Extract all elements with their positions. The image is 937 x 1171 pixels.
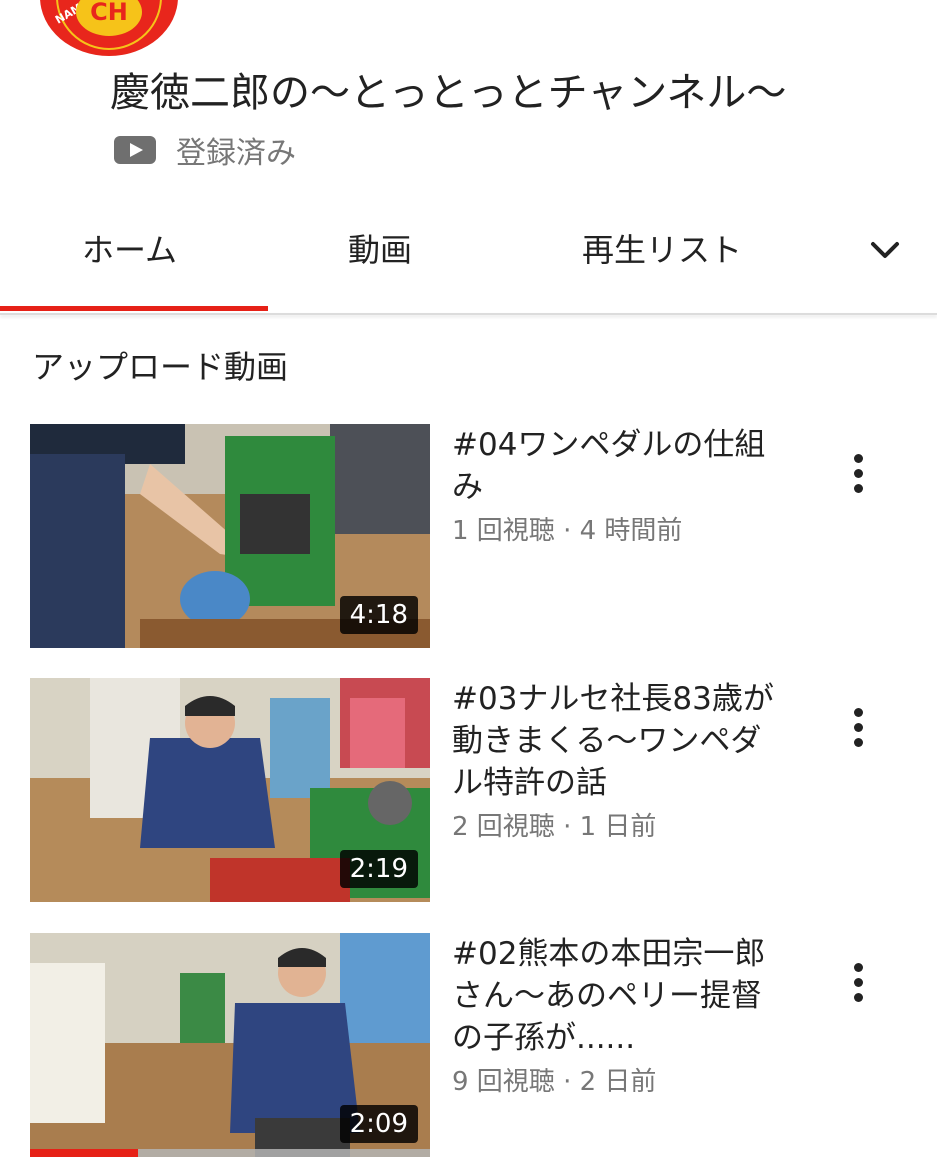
watch-progress-track bbox=[138, 1149, 430, 1157]
tab-playlists[interactable]: 再生リスト bbox=[582, 225, 742, 271]
video-title[interactable]: #02熊本の本田宗一郎さん〜あのペリー提督の子孫が...... bbox=[452, 933, 792, 1059]
video-duration: 2:09 bbox=[339, 1105, 418, 1143]
video-item[interactable]: 2:19 #03ナルセ社長83歳が動きまくる〜ワンペダル特許の話 2 回視聴 ·… bbox=[30, 678, 930, 902]
video-meta: 9 回視聴 · 2 日前 bbox=[452, 1067, 657, 1097]
channel-title: 慶徳二郎の〜とっとっとチャンネル〜 bbox=[110, 70, 787, 116]
more-vert-icon[interactable] bbox=[846, 708, 870, 756]
section-title: アップロード動画 bbox=[32, 348, 289, 386]
more-vert-icon[interactable] bbox=[846, 963, 870, 1011]
logo-text: CH bbox=[90, 0, 128, 26]
video-thumbnail[interactable]: 2:09 bbox=[30, 933, 430, 1157]
video-item[interactable]: 4:18 #04ワンペダルの仕組み 1 回視聴 · 4 時間前 bbox=[30, 424, 930, 648]
video-title[interactable]: #04ワンペダルの仕組み bbox=[452, 424, 792, 508]
more-vert-icon[interactable] bbox=[846, 454, 870, 502]
channel-logo[interactable]: NAME KIKAKU P CH bbox=[40, 0, 178, 56]
subscribe-status[interactable]: 登録済み bbox=[114, 128, 296, 172]
tabs-divider bbox=[0, 313, 937, 315]
video-item[interactable]: 2:09 #02熊本の本田宗一郎さん〜あのペリー提督の子孫が...... 9 回… bbox=[30, 933, 930, 1157]
video-meta: 2 回視聴 · 1 日前 bbox=[452, 812, 657, 842]
video-thumbnail[interactable]: 4:18 bbox=[30, 424, 430, 648]
video-duration: 4:18 bbox=[339, 596, 418, 634]
watch-progress-bar bbox=[30, 1149, 138, 1157]
video-duration: 2:19 bbox=[339, 850, 418, 888]
tab-home[interactable]: ホーム bbox=[82, 225, 177, 271]
active-tab-indicator bbox=[0, 306, 268, 311]
channel-tabs: ホーム 動画 再生リスト bbox=[0, 205, 937, 315]
youtube-play-icon bbox=[114, 136, 156, 164]
tab-videos[interactable]: 動画 bbox=[348, 225, 412, 271]
video-thumbnail[interactable]: 2:19 bbox=[30, 678, 430, 902]
video-meta: 1 回視聴 · 4 時間前 bbox=[452, 516, 683, 546]
chevron-down-icon[interactable] bbox=[868, 235, 902, 265]
video-title[interactable]: #03ナルセ社長83歳が動きまくる〜ワンペダル特許の話 bbox=[452, 678, 792, 804]
subscribed-label: 登録済み bbox=[176, 136, 296, 171]
